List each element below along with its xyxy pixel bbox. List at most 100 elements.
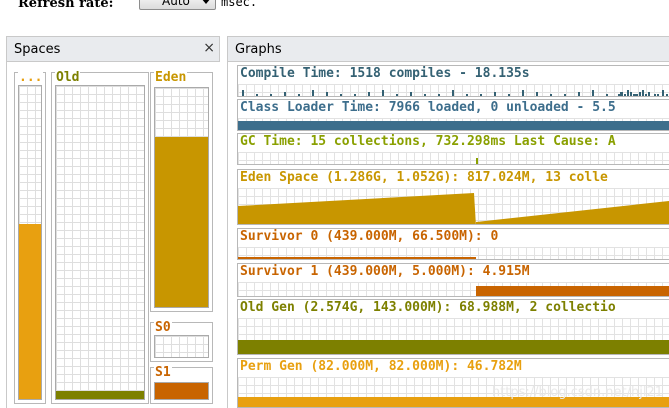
s1-bar <box>476 286 669 296</box>
compile-spike <box>550 94 552 96</box>
compile-spike <box>654 94 656 96</box>
refresh-rate-unit: msec. <box>221 0 258 9</box>
space-eden-fill <box>155 136 208 307</box>
compile-spike <box>340 94 342 96</box>
compile-spike <box>382 90 384 96</box>
compile-spike <box>642 90 644 96</box>
chevron-down-icon <box>201 0 211 4</box>
graph-compile-title: Compile Time: 1518 compiles - 18.135s <box>240 66 530 81</box>
space-s0: S0 <box>150 320 213 362</box>
compile-spike <box>657 94 659 96</box>
graph-eden-title: Eden Space (1.286G, 1.052G): 817.024M, 1… <box>240 170 608 185</box>
space-perm-label: ... <box>18 70 44 85</box>
compile-spikes <box>242 90 668 96</box>
graph-compile-plot <box>238 84 669 96</box>
compile-spike <box>578 92 580 96</box>
graph-eden-plot <box>238 188 669 224</box>
close-icon[interactable]: × <box>203 40 215 56</box>
space-s0-label: S0 <box>154 320 172 335</box>
compile-spike <box>354 94 356 96</box>
spaces-panel: ... Old Eden S0 S1 <box>6 62 220 408</box>
graph-survivor-0: Survivor 0 (439.000M, 66.500M): 0 <box>237 228 669 260</box>
classloader-bar <box>238 121 669 130</box>
graph-perm-gen: Perm Gen (82.000M, 82.000M): 46.782M <box>237 358 669 408</box>
compile-spike <box>312 90 314 96</box>
compile-spike <box>480 94 482 96</box>
graph-perm-title: Perm Gen (82.000M, 82.000M): 46.782M <box>240 359 522 374</box>
space-old-label: Old <box>55 70 81 85</box>
compile-spike <box>452 90 454 96</box>
compile-spike <box>298 94 300 96</box>
graphs-panel-title: Graphs <box>235 42 282 57</box>
graph-gc-time: GC Time: 15 collections, 732.298ms Last … <box>237 133 669 165</box>
space-eden: Eden <box>150 70 213 312</box>
graph-class-loader: Class Loader Time: 7966 loaded, 0 unload… <box>237 99 669 131</box>
space-s1-fill <box>155 383 208 399</box>
graph-compile-time: Compile Time: 1518 compiles - 18.135s <box>237 65 669 97</box>
refresh-rate-label: Refresh rate: <box>18 0 114 11</box>
space-perm-fill <box>19 223 41 399</box>
compile-spike <box>410 92 412 96</box>
compile-spike <box>438 94 440 96</box>
space-s0-gauge <box>154 335 209 358</box>
old-bar <box>238 340 669 354</box>
compile-spike <box>639 92 641 96</box>
graph-s0-plot <box>238 247 669 259</box>
graph-eden-space: Eden Space (1.286G, 1.052G): 817.024M, 1… <box>237 169 669 225</box>
s0-bar <box>238 257 476 259</box>
compile-spike <box>466 94 468 96</box>
compile-spike <box>270 94 272 96</box>
compile-spike <box>645 94 647 96</box>
compile-spike <box>396 94 398 96</box>
eden-area-before-gc <box>238 193 476 224</box>
compile-spike <box>662 90 664 96</box>
compile-spike <box>627 90 629 96</box>
compile-spike <box>633 94 635 96</box>
space-eden-label: Eden <box>154 70 188 85</box>
compile-spike <box>606 94 608 96</box>
compile-spike <box>326 92 328 96</box>
space-s1: S1 <box>150 365 213 404</box>
space-eden-gauge <box>154 87 209 308</box>
compile-spike <box>624 94 626 96</box>
graph-old-gen: Old Gen (2.574G, 143.000M): 68.988M, 2 c… <box>237 299 669 355</box>
compile-spike <box>242 90 244 96</box>
compile-spike <box>564 94 566 96</box>
graphs-panel: Compile Time: 1518 compiles - 18.135s Cl… <box>227 62 669 408</box>
graph-s0-title: Survivor 0 (439.000M, 66.500M): 0 <box>240 229 499 244</box>
spaces-panel-title: Spaces <box>14 42 61 57</box>
space-s1-gauge <box>154 382 209 400</box>
compile-spike <box>284 92 286 96</box>
space-old-gauge <box>55 85 145 400</box>
space-s1-label: S1 <box>154 365 172 380</box>
compile-spike <box>666 94 668 96</box>
compile-spike <box>621 92 623 96</box>
eden-area-after-gc <box>476 200 669 224</box>
compile-spike <box>424 94 426 96</box>
graph-old-title: Old Gen (2.574G, 143.000M): 68.988M, 2 c… <box>240 300 616 315</box>
refresh-rate-value: Auto <box>162 0 190 8</box>
compile-spike <box>522 90 524 96</box>
graph-old-plot <box>238 318 669 354</box>
compile-spike <box>256 94 258 96</box>
compile-spike <box>368 92 370 96</box>
compile-spike <box>630 92 632 96</box>
toolbar: Refresh rate: Auto msec. <box>0 0 669 14</box>
compile-spike <box>508 94 510 96</box>
space-old: Old <box>51 70 149 404</box>
graph-classloader-plot <box>238 118 669 130</box>
space-old-fill <box>56 390 144 399</box>
space-perm: ... <box>14 70 46 404</box>
gc-spike <box>476 158 478 164</box>
spaces-panel-header: Spaces × <box>6 36 220 62</box>
graph-gc-plot <box>238 152 669 164</box>
compile-spike <box>536 92 538 96</box>
graph-survivor-1: Survivor 1 (439.000M, 5.000M): 4.915M <box>237 263 669 297</box>
compile-spike <box>494 92 496 96</box>
graph-classloader-title: Class Loader Time: 7966 loaded, 0 unload… <box>240 100 616 115</box>
refresh-rate-select[interactable]: Auto <box>139 0 216 10</box>
graph-gc-title: GC Time: 15 collections, 732.298ms Last … <box>240 134 616 149</box>
graph-s1-title: Survivor 1 (439.000M, 5.000M): 4.915M <box>240 264 530 279</box>
graph-s1-plot <box>238 282 669 296</box>
compile-spike <box>618 94 620 96</box>
